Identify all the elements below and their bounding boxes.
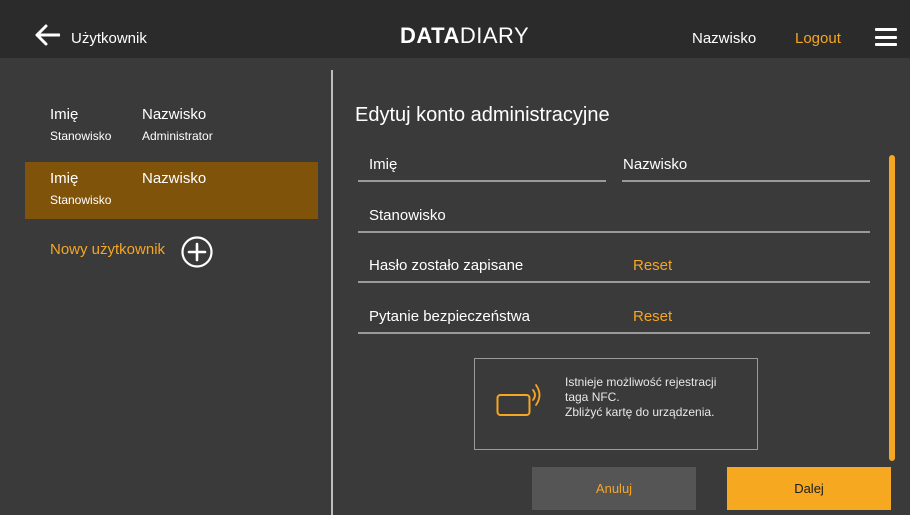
menu-bar <box>875 35 897 39</box>
position-label: Stanowisko <box>369 207 446 224</box>
page-title: Edytuj konto administracyjne <box>355 104 610 126</box>
arrow-left-icon[interactable] <box>34 24 60 46</box>
app-logo: DATADIARY <box>400 23 529 49</box>
password-reset-button[interactable]: Reset <box>633 257 672 274</box>
user-list-item[interactable]: Imię Nazwisko Stanowisko Administrator <box>25 98 318 155</box>
menu-bar <box>875 43 897 46</box>
nfc-info-line: Istnieje możliwość rejestracji <box>565 375 717 389</box>
security-reset-button[interactable]: Reset <box>633 308 672 325</box>
next-button[interactable]: Dalej <box>727 467 891 510</box>
last-name-field[interactable]: Nazwisko <box>622 154 870 182</box>
current-user-name: Nazwisko <box>692 30 757 47</box>
first-name-field[interactable]: Imię <box>358 154 606 182</box>
nfc-info-box: Istnieje możliwość rejestracji taga NFC.… <box>474 358 758 450</box>
user-first-name: Imię <box>50 106 79 123</box>
menu-bar <box>875 28 897 31</box>
password-row: Hasło zostało zapisane Reset <box>358 255 870 283</box>
top-bar: Użytkownik DATADIARY Nazwisko Logout <box>0 0 910 58</box>
user-list-item-selected[interactable]: Imię Nazwisko Stanowisko <box>25 162 318 219</box>
nfc-info-line: taga NFC. <box>565 390 620 404</box>
user-position: Stanowisko <box>50 129 112 143</box>
nfc-info-line: Zbliżyć kartę do urządzenia. <box>565 405 715 419</box>
position-field[interactable]: Stanowisko <box>358 205 870 233</box>
nfc-card-icon <box>496 384 541 416</box>
security-question-row: Pytanie bezpieczeństwa Reset <box>358 306 870 334</box>
user-last-name: Nazwisko <box>142 170 207 187</box>
logo-bold-text: DATA <box>400 23 460 48</box>
password-status-label: Hasło zostało zapisane <box>369 257 524 274</box>
security-question-label: Pytanie bezpieczeństwa <box>369 308 530 325</box>
logo-thin-text: DIARY <box>459 23 530 48</box>
nfc-info-text: Istnieje możliwość rejestracji taga NFC.… <box>565 375 716 420</box>
user-position: Stanowisko <box>50 193 112 207</box>
cancel-button[interactable]: Anuluj <box>532 467 696 510</box>
back-label[interactable]: Użytkownik <box>71 30 147 47</box>
last-name-label: Nazwisko <box>623 156 688 173</box>
hamburger-menu-icon[interactable] <box>875 28 897 46</box>
user-last-name: Nazwisko <box>142 106 207 123</box>
first-name-label: Imię <box>369 156 398 173</box>
scrollbar[interactable] <box>889 155 895 461</box>
user-role: Administrator <box>142 129 213 143</box>
user-first-name: Imię <box>50 170 79 187</box>
logout-link[interactable]: Logout <box>795 30 841 47</box>
new-user-link[interactable]: Nowy użytkownik <box>50 241 165 258</box>
sidebar-divider <box>331 70 333 515</box>
plus-circle-icon[interactable] <box>181 236 213 268</box>
